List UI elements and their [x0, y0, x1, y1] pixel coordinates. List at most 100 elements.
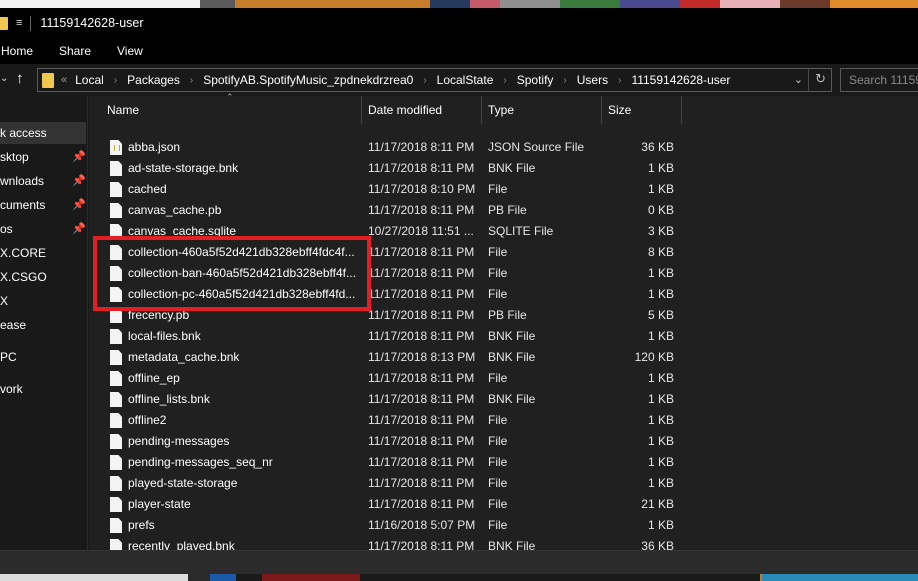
file-row[interactable]: canvas_cache.pb 11/17/2018 8:11 PM PB File… [89, 200, 918, 221]
sidebar-item-x-core[interactable]: X.CORE [0, 242, 86, 264]
file-row[interactable]: offline_lists.bnk 11/17/2018 8:11 PM BNK F… [89, 389, 918, 410]
navigation-bar: ⌄ ↑ « Local › Packages › SpotifyAB.Spoti… [0, 64, 918, 96]
file-row[interactable]: abba.json 11/17/2018 8:11 PM JSON Source F… [89, 137, 918, 158]
file-row[interactable]: ad-state-storage.bnk 11/17/2018 8:11 PM BN… [89, 158, 918, 179]
tab-share[interactable]: Share [59, 44, 117, 58]
column-divider[interactable] [601, 96, 602, 124]
file-row[interactable]: pending-messages 11/17/2018 8:11 PM File 1 … [89, 431, 918, 452]
pin-icon[interactable]: 📌 [72, 218, 86, 240]
file-icon [110, 413, 122, 428]
file-row[interactable]: player-state 11/17/2018 8:11 PM File 21 KB [89, 494, 918, 515]
file-icon [110, 350, 122, 365]
file-size: 1 KB [647, 287, 674, 301]
refresh-icon[interactable]: ↻ [815, 71, 826, 87]
file-type: PB File [488, 203, 527, 217]
breadcrumb-separator-icon[interactable]: › [114, 75, 117, 86]
file-row[interactable]: offline_ep 11/17/2018 8:11 PM File 1 KB [89, 368, 918, 389]
file-date-modified: 11/17/2018 8:11 PM [368, 329, 475, 343]
address-bar[interactable]: « Local › Packages › SpotifyAB.SpotifyMu… [37, 68, 832, 92]
breadcrumb-spotify[interactable]: Spotify [517, 73, 554, 87]
sidebar-item-documents[interactable]: cuments 📌 [0, 194, 86, 216]
breadcrumb-local[interactable]: Local [75, 73, 104, 87]
sidebar-item-x[interactable]: X [0, 290, 86, 312]
sidebar-item-this-pc[interactable]: PC [0, 346, 86, 368]
file-type: File [488, 497, 508, 511]
column-divider[interactable] [681, 96, 682, 124]
file-icon [110, 182, 122, 197]
file-size: 1 KB [647, 476, 674, 490]
pin-icon[interactable]: 📌 [72, 194, 86, 216]
file-type: File [488, 476, 508, 490]
file-date-modified: 11/17/2018 8:11 PM [368, 266, 475, 280]
file-size: 21 KB [641, 497, 674, 511]
sort-ascending-icon: ⌃ [226, 92, 234, 102]
file-size: 1 KB [647, 266, 674, 280]
file-date-modified: 11/17/2018 8:11 PM [368, 245, 475, 259]
breadcrumb-localstate[interactable]: LocalState [437, 73, 494, 87]
breadcrumb-users[interactable]: Users [577, 73, 608, 87]
search-input[interactable]: Search 11159142628-user [840, 68, 918, 92]
file-name: local-files.bnk [128, 329, 201, 343]
breadcrumb-current-folder[interactable]: 11159142628-user [631, 73, 730, 87]
title-bar: ≡ 11159142628-user [0, 8, 918, 38]
breadcrumb-overflow[interactable]: « [61, 74, 67, 86]
chevron-down-icon[interactable]: ⌄ [0, 73, 8, 84]
column-header-date[interactable]: Date modified [368, 101, 442, 119]
quick-access-toolbar-icon[interactable]: ≡ [16, 17, 22, 29]
breadcrumb-spotify-package[interactable]: SpotifyAB.SpotifyMusic_zpdnekdrzrea0 [203, 73, 413, 87]
tab-home[interactable]: Home [1, 44, 59, 58]
file-type: File [488, 182, 508, 196]
breadcrumb-separator-icon[interactable]: › [618, 75, 621, 86]
file-size: 8 KB [647, 245, 674, 259]
breadcrumb-packages[interactable]: Packages [127, 73, 180, 87]
sidebar-item-desktop[interactable]: sktop 📌 [0, 146, 86, 168]
file-row[interactable]: offline2 11/17/2018 8:11 PM File 1 KB [89, 410, 918, 431]
up-arrow-icon[interactable]: ↑ [16, 70, 24, 87]
desktop-background-top [0, 0, 918, 8]
file-icon [110, 518, 122, 533]
file-row[interactable]: pending-messages_seq_nr 11/17/2018 8:11 P… [89, 452, 918, 473]
file-type: BNK File [488, 392, 536, 406]
file-size: 5 KB [647, 308, 674, 322]
column-header-type[interactable]: Type [488, 101, 514, 119]
column-header-size[interactable]: Size [608, 101, 631, 119]
file-type: File [488, 413, 508, 427]
breadcrumb-separator-icon[interactable]: › [423, 75, 426, 86]
sidebar-item-network[interactable]: vork [0, 378, 86, 400]
breadcrumb-separator-icon[interactable]: › [190, 75, 193, 86]
file-row[interactable]: metadata_cache.bnk 11/17/2018 8:13 PM BNK … [89, 347, 918, 368]
file-row[interactable]: cached 11/17/2018 8:10 PM File 1 KB [89, 179, 918, 200]
file-row[interactable]: played-state-storage 11/17/2018 8:11 PM Fi… [89, 473, 918, 494]
sidebar-item-x-csgo[interactable]: X.CSGO [0, 266, 86, 288]
file-icon [110, 371, 122, 386]
pin-icon[interactable]: 📌 [72, 146, 86, 168]
column-divider[interactable] [481, 96, 482, 124]
file-size: 1 KB [647, 455, 674, 469]
tab-view[interactable]: View [117, 44, 143, 58]
file-row[interactable]: prefs 11/16/2018 5:07 PM File 1 KB [89, 515, 918, 536]
address-dropdown-icon[interactable]: ⌄ [794, 73, 803, 86]
content-area: k access sktop 📌 wnloads 📌 cuments 📌 os 📌 X.… [0, 92, 918, 558]
address-divider [808, 69, 809, 91]
pin-icon[interactable]: 📌 [72, 170, 86, 192]
file-row[interactable]: local-files.bnk 11/17/2018 8:11 PM BNK Fil… [89, 326, 918, 347]
sidebar-item-label: sktop [0, 150, 29, 164]
json-file-icon [110, 140, 122, 155]
sidebar-item-quick-access[interactable]: k access [0, 122, 86, 144]
sidebar-item-downloads[interactable]: wnloads 📌 [0, 170, 86, 192]
sidebar-item-videos[interactable]: os 📌 [0, 218, 86, 240]
sidebar-item-release[interactable]: ease [0, 314, 86, 336]
column-header-name[interactable]: Name [107, 101, 139, 119]
file-icon [110, 476, 122, 491]
breadcrumb-separator-icon[interactable]: › [503, 75, 506, 86]
breadcrumb-separator-icon[interactable]: › [563, 75, 566, 86]
file-date-modified: 11/17/2018 8:11 PM [368, 161, 475, 175]
file-type: JSON Source File [488, 140, 585, 154]
sidebar-item-label: cuments [0, 198, 46, 212]
file-icon [110, 434, 122, 449]
file-name: offline2 [128, 413, 167, 427]
column-divider[interactable] [361, 96, 362, 124]
file-name: abba.json [128, 140, 181, 154]
file-icon [110, 497, 122, 512]
title-separator [30, 15, 32, 31]
